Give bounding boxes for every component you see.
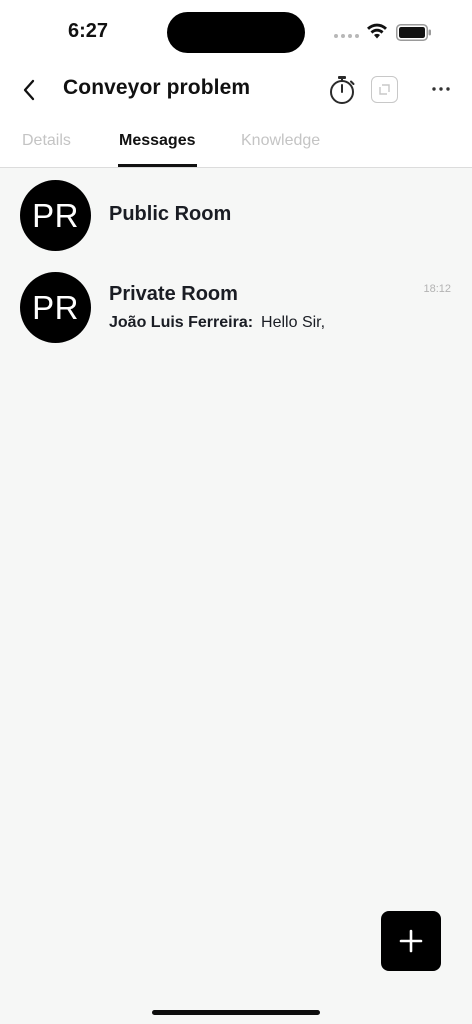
status-time: 6:27 [68,20,109,42]
active-tab-indicator [118,164,197,167]
tab-bar: Details Messages Knowledge [0,130,472,168]
message-sender: João Luis Ferreira: [109,314,254,331]
page-title: Conveyor problem [63,76,251,99]
battery-icon [396,24,431,41]
back-button[interactable] [14,76,44,104]
chevron-left-icon [23,79,35,101]
stopwatch-icon [330,76,355,104]
tab-messages[interactable]: Messages [119,132,196,150]
room-name: Private Room [109,283,238,305]
wifi-icon [367,23,387,39]
more-button[interactable] [426,76,456,102]
header: Conveyor problem Details Messages Knowle… [0,64,472,168]
room-item-public[interactable]: PR Public Room [0,180,472,260]
tab-details[interactable]: Details [22,132,71,150]
add-room-button[interactable] [381,911,441,971]
avatar: PR [20,272,91,343]
home-indicator[interactable] [152,1010,320,1015]
message-text: Hello Sir, [261,314,326,331]
timer-button[interactable] [327,74,357,106]
plus-icon [399,929,423,953]
copy-icon [379,84,390,95]
status-bar: 6:27 [0,0,472,64]
copy-button[interactable] [371,76,398,103]
message-preview: João Luis Ferreira: Hello Sir, [109,314,325,332]
avatar: PR [20,180,91,251]
cellular-signal-icon [334,34,359,38]
message-timestamp: 18:12 [423,283,451,295]
room-item-private[interactable]: PR Private Room 18:12 João Luis Ferreira… [0,272,472,352]
more-horizontal-icon [432,87,450,91]
tab-knowledge[interactable]: Knowledge [241,132,320,150]
room-name: Public Room [109,203,232,225]
dynamic-island [167,12,305,53]
